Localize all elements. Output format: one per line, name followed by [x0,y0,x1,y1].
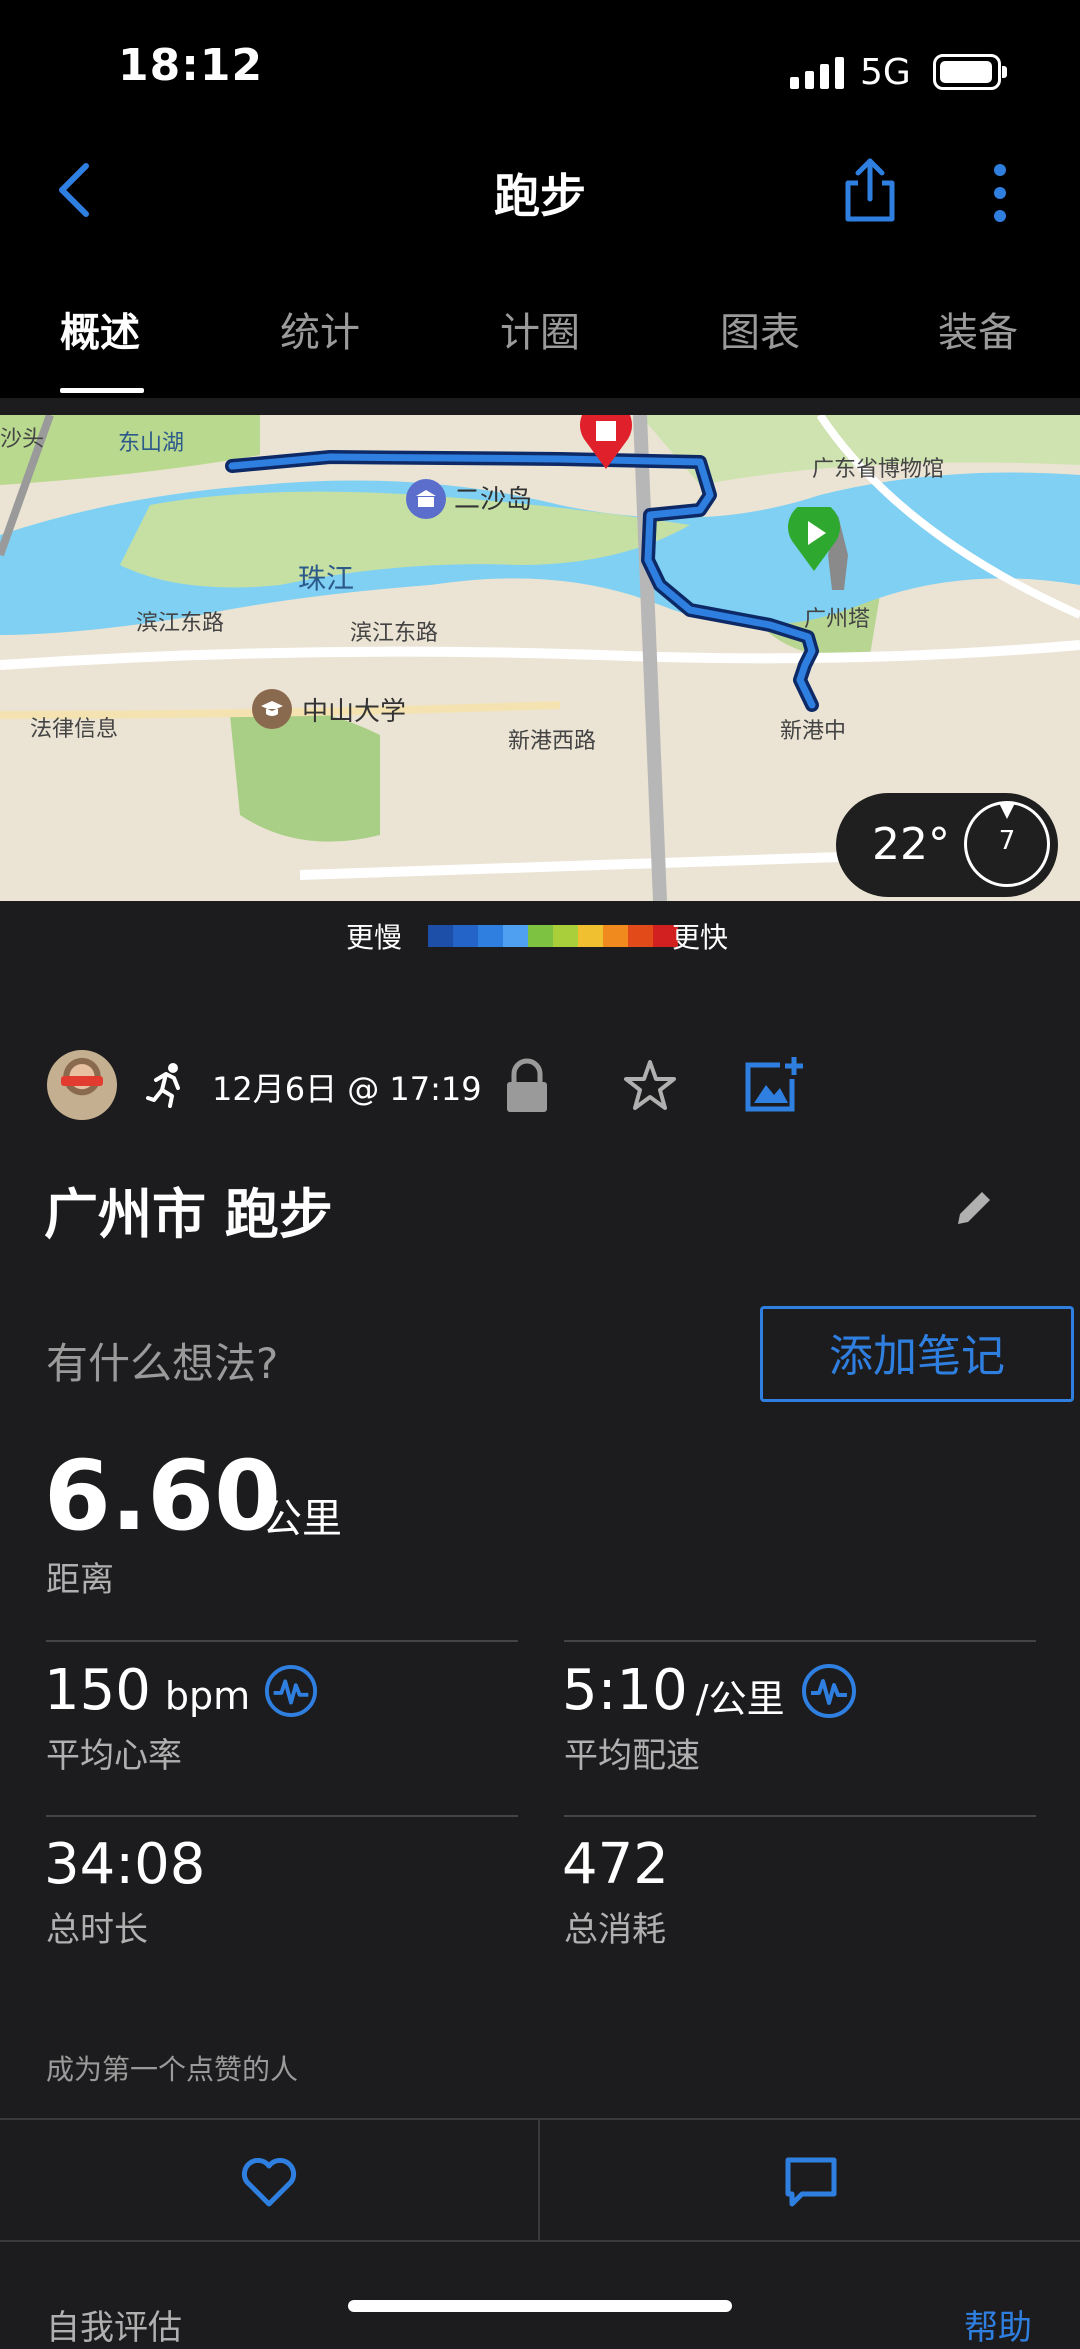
map-label: 新港西路 [508,729,597,754]
wind-icon: 7 [964,801,1050,887]
help-link[interactable]: 帮助 [964,2300,1032,2349]
pace-color-swatch [603,925,628,947]
map-label: 新港中 [780,719,847,744]
page-title: 跑步 [494,169,586,223]
tab-bar: 概述 统计 计圈 图表 装备 [0,280,1080,400]
stat-value: 150 [44,1658,151,1723]
pace-legend: 更慢 更快 [0,912,1080,956]
map-label: 滨江东路 [136,611,225,636]
distance-unit: 公里 [262,1496,342,1542]
heart-icon[interactable] [240,2158,298,2208]
network-type: 5G [860,51,911,93]
edit-icon[interactable] [952,1186,996,1230]
distance-label: 距离 [46,1560,114,1600]
map-label: 珠江 [298,562,355,595]
map-label: 滨江东路 [350,621,439,646]
stat-value: 5:10 [562,1658,688,1723]
avatar[interactable] [47,1050,117,1120]
pace-color-swatch [628,925,653,947]
more-options-icon[interactable] [986,158,1014,228]
stat-label: 平均配速 [564,1736,700,1776]
pace-color-swatch [553,925,578,947]
active-tab-indicator [60,388,144,393]
pace-color-swatch [428,925,453,947]
map-label: 二沙岛 [454,485,533,515]
legend-fast-label: 更快 [672,921,729,954]
map-label: 沙头 [0,427,45,452]
divider [46,1640,518,1642]
pace-color-swatch [478,925,503,947]
comment-icon[interactable] [784,2156,838,2210]
home-indicator [348,2300,732,2312]
running-icon [146,1063,180,1108]
stat-value: 34:08 [44,1832,206,1897]
stat-avg-pace: 5:10 /公里 [562,1658,857,1723]
activity-date: 12月6日 @ 17:19 [212,1070,482,1108]
stat-label: 总消耗 [564,1910,666,1950]
weather-badge: 22° 7 [836,793,1058,897]
battery-icon [932,54,1007,90]
pace-color-bar [428,925,678,947]
stat-unit: /公里 [695,1677,785,1721]
wind-speed: 7 [998,826,1016,856]
map-label: 中山大学 [302,697,407,727]
divider [564,1815,1036,1817]
temperature: 22° [872,819,950,870]
pace-color-swatch [453,925,478,947]
add-photo-icon[interactable] [744,1055,804,1113]
star-icon[interactable] [622,1058,678,1114]
tab-overview[interactable]: 概述 [60,300,140,358]
tab-stats[interactable]: 统计 [280,300,360,358]
comment-button[interactable] [540,2118,1080,2242]
likes-text: 成为第一个点赞的人 [46,2053,299,2086]
pace-color-swatch [528,925,553,947]
map-label: 东山湖 [118,431,185,456]
signal-icon [790,55,844,89]
stat-label: 平均心率 [46,1736,182,1776]
lock-icon[interactable] [504,1058,550,1114]
notes-prompt: 有什么想法? [46,1339,279,1388]
divider [564,1640,1036,1642]
stat-avg-hr: 150 bpm [44,1658,318,1723]
like-button[interactable] [0,2118,538,2242]
stat-label: 总时长 [46,1910,148,1950]
tab-charts[interactable]: 图表 [720,300,800,358]
map-label: 广州塔 [804,607,871,632]
start-marker-icon [788,507,840,571]
stat-unit: bpm [164,1673,251,1718]
pace-color-swatch [578,925,603,947]
map-label: 广东省博物馆 [812,457,945,482]
finish-marker-icon [580,415,632,469]
activity-title: 广州市 跑步 [44,1183,333,1246]
landmark-icon [406,479,446,519]
status-time: 18:12 [118,40,264,91]
tab-laps[interactable]: 计圈 [500,300,580,358]
add-note-button[interactable]: 添加笔记 [760,1306,1074,1402]
pace-color-swatch [503,925,528,947]
action-bar [0,2118,1080,2242]
distance-value: 6.60 [44,1440,281,1552]
university-icon [252,689,292,729]
share-icon[interactable] [842,155,898,225]
self-evaluation-label: 自我评估 [46,2308,182,2348]
divider [46,1815,518,1817]
heart-rate-icon[interactable] [264,1664,318,1718]
status-indicators: 5G [790,48,1007,96]
pace-icon[interactable] [801,1663,857,1719]
tab-gear[interactable]: 装备 [938,300,1018,358]
legal-info-link[interactable]: 法律信息 [30,711,118,743]
stat-value: 472 [562,1832,669,1897]
legend-slow-label: 更慢 [346,921,403,954]
